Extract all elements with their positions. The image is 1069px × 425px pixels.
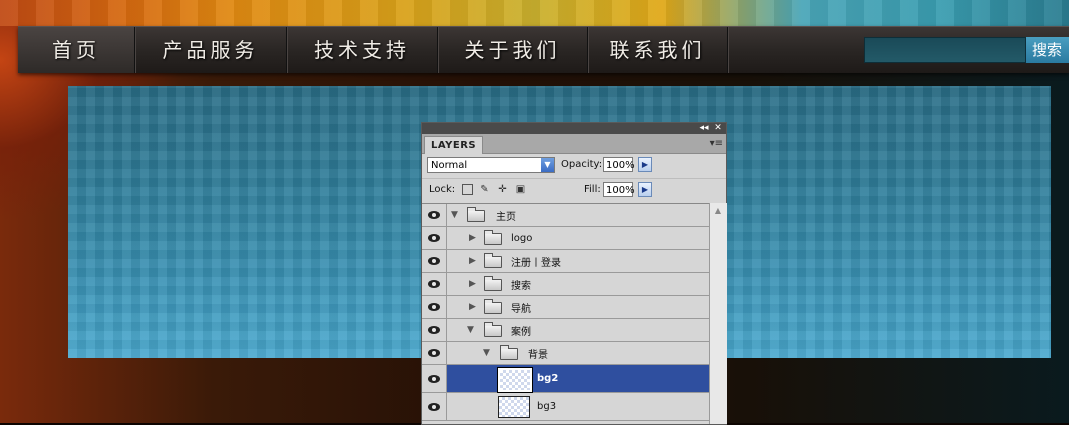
lock-position-icon[interactable]: ✛ [497,184,508,195]
scroll-up-arrow-icon[interactable]: ▲ [712,205,724,217]
fill-slider-arrow-icon[interactable]: ▶ [638,182,652,197]
blend-mode-select[interactable]: Normal ▼ [427,157,555,173]
eye-icon[interactable] [428,326,440,334]
layer-row[interactable]: ▼ 主页 [422,204,709,227]
layer-name: bg3 [537,401,557,412]
blend-row: Normal ▼ Opacity: 100% ▶ [422,154,726,178]
layer-row-selected[interactable]: bg2 [422,365,709,393]
collapse-triangle-icon[interactable]: ▶ [469,256,476,266]
lock-label: Lock: [429,184,456,195]
nav-item-products[interactable]: 产品服务 [135,27,287,73]
layer-name: 导航 [511,303,531,315]
expand-triangle-icon[interactable]: ▼ [467,325,474,335]
nav-item-support[interactable]: 技术支持 [287,27,438,73]
collapse-triangle-icon[interactable]: ▶ [469,279,476,289]
collapse-panel-icon[interactable]: ◂◂ [698,123,710,134]
chevron-down-icon: ▼ [541,158,554,172]
panel-tabs: LAYERS ▾≡ [422,134,726,154]
collapse-triangle-icon[interactable]: ▶ [469,233,476,243]
lock-transparent-pixels-icon[interactable] [462,184,473,195]
eye-icon[interactable] [428,257,440,265]
eye-icon[interactable] [428,374,440,383]
layer-row[interactable]: ▼ 案例 [422,319,709,342]
tab-layers[interactable]: LAYERS [424,136,484,154]
nav-item-about[interactable]: 关于我们 [438,27,588,73]
layer-row[interactable]: ▶ 搜索 [422,273,709,296]
nav-item-contact[interactable]: 联系我们 [588,27,728,73]
layer-thumbnail [497,367,533,393]
expand-triangle-icon[interactable]: ▼ [483,348,490,358]
layer-thumbnail [498,396,530,418]
lock-row: Lock: ✎ ✛ ▣ Fill: 100% ▶ [422,178,726,201]
layer-row[interactable]: ▶ 注册丨登录 [422,250,709,273]
layer-name: 搜索 [511,280,531,292]
eye-icon[interactable] [428,280,440,288]
layer-name: 案例 [511,326,531,338]
folder-icon [484,230,502,245]
layer-row[interactable]: ▼ 背景 [422,342,709,365]
layers-panel: ◂◂ ✕ LAYERS ▾≡ Normal ▼ Opacity: 100% ▶ … [421,122,727,425]
panel-titlebar: ◂◂ ✕ [422,123,726,134]
folder-icon [484,322,502,337]
fill-label: Fill: [584,184,601,195]
eye-icon[interactable] [428,402,440,411]
layer-row[interactable]: ▶ logo [422,227,709,250]
lock-all-icon[interactable]: ▣ [515,184,526,195]
opacity-field[interactable]: 100% [603,157,635,172]
collapse-triangle-icon[interactable]: ▶ [469,302,476,312]
opacity-label: Opacity: [561,159,603,170]
layers-list: ▼ 主页 ▶ logo ▶ 注册丨登录 ▶ 搜索 ▶ 导航 ▼ 案例 ▼ 背景 … [422,203,709,425]
eye-icon[interactable] [428,234,440,242]
close-panel-icon[interactable]: ✕ [712,123,724,134]
search-input[interactable] [864,37,1026,63]
layer-name: logo [511,232,533,244]
layer-row[interactable]: ▶ 导航 [422,296,709,319]
layer-name: 背景 [528,349,548,361]
folder-icon [500,345,518,360]
main-navigation: 首页 产品服务 技术支持 关于我们 联系我们 搜索 [18,26,1069,73]
folder-icon [467,207,485,222]
eye-icon[interactable] [428,349,440,357]
header-banner-strip [0,0,1069,26]
panel-menu-icon[interactable]: ▾≡ [710,138,723,149]
folder-icon [484,276,502,291]
opacity-slider-arrow-icon[interactable]: ▶ [638,157,652,172]
expand-triangle-icon[interactable]: ▼ [451,210,458,220]
layers-scrollbar[interactable]: ▲ [709,203,727,424]
blend-mode-value: Normal [431,160,468,171]
layer-name: bg2 [537,373,559,384]
folder-icon [484,253,502,268]
layer-name: 注册丨登录 [511,257,561,269]
fill-field[interactable]: 100% [603,182,635,197]
eye-icon[interactable] [428,211,440,219]
lock-image-pixels-icon[interactable]: ✎ [479,184,490,195]
nav-item-home[interactable]: 首页 [18,27,135,73]
layer-name: 主页 [496,211,516,223]
folder-icon [484,299,502,314]
search-button[interactable]: 搜索 [1026,37,1069,63]
eye-icon[interactable] [428,303,440,311]
layer-row[interactable]: bg3 [422,393,709,421]
